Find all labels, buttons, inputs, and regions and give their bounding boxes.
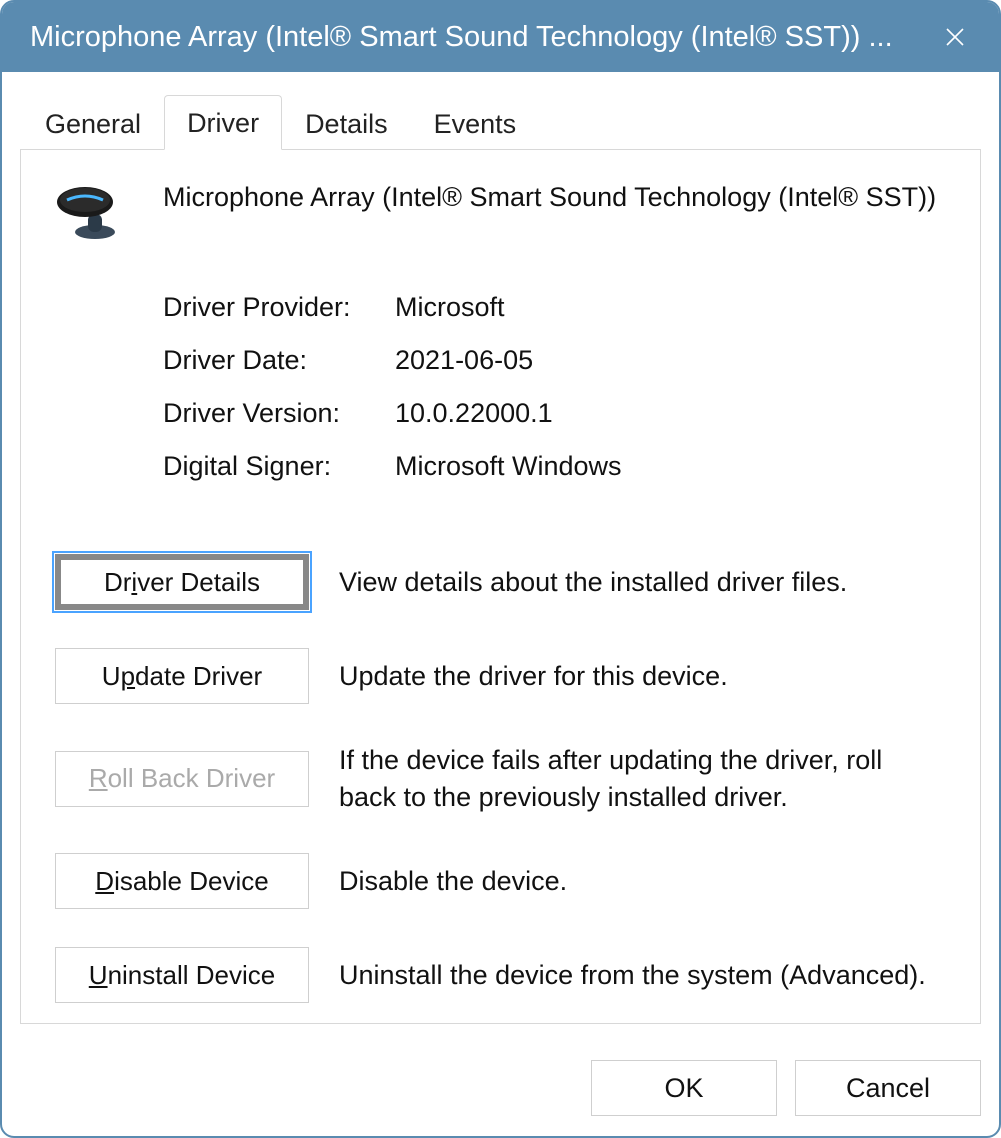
date-value: 2021-06-05 <box>395 345 946 376</box>
tab-driver[interactable]: Driver <box>164 95 282 150</box>
microphone-device-icon <box>55 182 135 242</box>
version-label: Driver Version: <box>163 398 395 429</box>
device-header: Microphone Array (Intel® Smart Sound Tec… <box>55 180 946 242</box>
provider-label: Driver Provider: <box>163 292 395 323</box>
device-name: Microphone Array (Intel® Smart Sound Tec… <box>163 180 936 215</box>
info-row-signer: Digital Signer: Microsoft Windows <box>163 451 946 482</box>
tab-details[interactable]: Details <box>282 96 411 150</box>
tab-general[interactable]: General <box>22 96 164 150</box>
properties-dialog: Microphone Array (Intel® Smart Sound Tec… <box>0 0 1001 1138</box>
driver-details-desc: View details about the installed driver … <box>339 564 946 600</box>
close-icon <box>943 25 967 49</box>
date-label: Driver Date: <box>163 345 395 376</box>
info-row-provider: Driver Provider: Microsoft <box>163 292 946 323</box>
tabs: General Driver Details Events <box>22 94 981 149</box>
disable-device-button[interactable]: Disable Device <box>55 853 309 909</box>
cancel-button[interactable]: Cancel <box>795 1060 981 1116</box>
action-row-disable-device: Disable Device Disable the device. <box>55 853 946 909</box>
rollback-driver-button: Roll Back Driver <box>55 751 309 807</box>
action-row-rollback-driver: Roll Back Driver If the device fails aft… <box>55 742 946 815</box>
signer-label: Digital Signer: <box>163 451 395 482</box>
window-title: Microphone Array (Intel® Smart Sound Tec… <box>30 21 933 54</box>
driver-tab-panel: Microphone Array (Intel® Smart Sound Tec… <box>20 149 981 1024</box>
disable-device-desc: Disable the device. <box>339 863 946 899</box>
tab-events[interactable]: Events <box>411 96 540 150</box>
info-row-version: Driver Version: 10.0.22000.1 <box>163 398 946 429</box>
version-value: 10.0.22000.1 <box>395 398 946 429</box>
uninstall-device-button[interactable]: Uninstall Device <box>55 947 309 1003</box>
signer-value: Microsoft Windows <box>395 451 946 482</box>
close-button[interactable] <box>933 15 977 59</box>
titlebar: Microphone Array (Intel® Smart Sound Tec… <box>2 2 999 72</box>
info-row-date: Driver Date: 2021-06-05 <box>163 345 946 376</box>
uninstall-device-desc: Uninstall the device from the system (Ad… <box>339 957 946 993</box>
action-row-update-driver: Update Driver Update the driver for this… <box>55 648 946 704</box>
update-driver-desc: Update the driver for this device. <box>339 658 946 694</box>
rollback-driver-desc: If the device fails after updating the d… <box>339 742 946 815</box>
ok-button[interactable]: OK <box>591 1060 777 1116</box>
update-driver-button[interactable]: Update Driver <box>55 648 309 704</box>
content-area: General Driver Details Events Microphone… <box>2 72 999 1042</box>
driver-actions: Driver Details View details about the in… <box>55 554 946 1003</box>
action-row-driver-details: Driver Details View details about the in… <box>55 554 946 610</box>
action-row-uninstall-device: Uninstall Device Uninstall the device fr… <box>55 947 946 1003</box>
driver-details-button[interactable]: Driver Details <box>55 554 309 610</box>
dialog-footer: OK Cancel <box>2 1042 999 1136</box>
provider-value: Microsoft <box>395 292 946 323</box>
driver-info: Driver Provider: Microsoft Driver Date: … <box>163 292 946 504</box>
